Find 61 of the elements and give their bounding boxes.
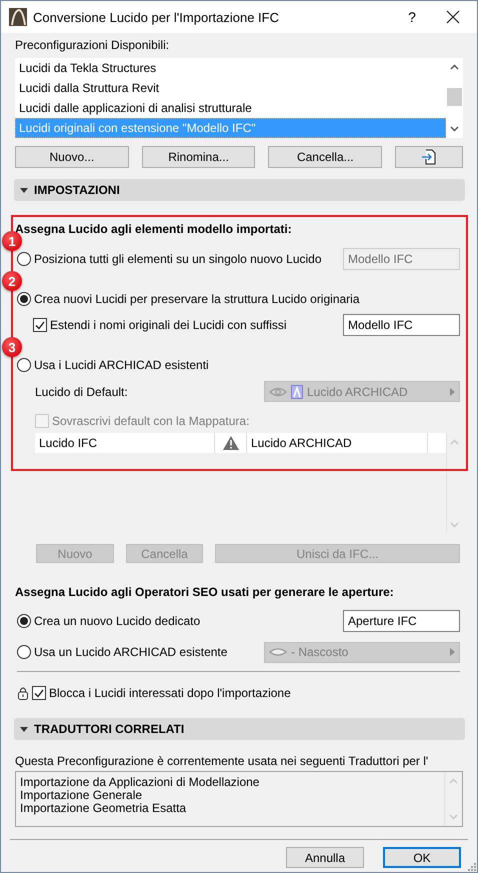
resize-grip-icon: [468, 863, 476, 871]
radio-button[interactable]: [17, 614, 31, 628]
ok-button[interactable]: OK: [383, 847, 461, 868]
description-text: Questa Preconfigurazione è correntemente usata nei seguenti Traduttori per l': [15, 753, 430, 769]
layer-icon: [291, 384, 303, 398]
preset-button[interactable]: Rinomina...: [142, 146, 256, 168]
section-header[interactable]: IMPOSTAZIONI: [14, 179, 465, 201]
preset-button[interactable]: Nuovo...: [15, 146, 129, 168]
preset-list[interactable]: Lucidi da Tekla Structures Lucidi dalla Struttura Revit Lucidi dalle applicazioni di analisi strutturale Lucidi originali con estensione "Modello IFC": [15, 58, 463, 138]
eye-icon: [269, 386, 287, 396]
option-label[interactable]: Posiziona tutti gli elementi su un singolo nuovo Lucido: [34, 252, 322, 266]
scroll-down-icon[interactable]: [450, 126, 459, 132]
section-header[interactable]: TRADUTTORI CORRELATI: [14, 718, 465, 740]
checkbox-label[interactable]: Blocca i Lucidi interessati dopo l'importazione: [49, 686, 291, 700]
option-label[interactable]: Crea nuovi Lucidi per preservare la struttura Lucido originaria: [34, 292, 360, 306]
collapse-triangle-icon[interactable]: [20, 726, 28, 732]
list-item[interactable]: Importazione da Applicazioni di Modellazione: [20, 776, 444, 789]
text-field[interactable]: Aperture IFC: [343, 610, 460, 632]
text-field[interactable]: Modello IFC: [343, 314, 460, 336]
import-button[interactable]: [395, 146, 463, 168]
checkbox[interactable]: [32, 686, 46, 700]
option-label[interactable]: Crea un nuovo Lucido dedicato: [34, 614, 200, 628]
padlock-icon: [18, 686, 28, 700]
help-button[interactable]: ?: [402, 9, 422, 25]
list-label: Preconfigurazioni Disponibili:: [15, 37, 170, 53]
closed-eye-icon: [269, 647, 287, 657]
field-label: Lucido di Default:: [35, 384, 128, 398]
dropdown-value: Lucido ARCHICAD: [307, 384, 409, 398]
radio-button[interactable]: [17, 292, 31, 306]
scroll-thumb[interactable]: [447, 88, 462, 106]
close-icon[interactable]: [446, 10, 460, 24]
option-label[interactable]: Usa i Lucidi ARCHICAD esistenti: [34, 358, 209, 372]
list-item[interactable]: Importazione Generale: [20, 789, 444, 802]
file-import-icon: [421, 149, 438, 165]
section-title: TRADUTTORI CORRELATI: [34, 722, 184, 736]
table-cell: Lucido IFC: [35, 433, 215, 453]
translator-list[interactable]: Importazione da Applicazioni di Modellazione Importazione Generale Importazione Geometria Esatta: [15, 771, 463, 827]
dropdown-value: - Nascosto: [291, 645, 350, 659]
list-item[interactable]: Lucidi da Tekla Structures: [15, 58, 446, 78]
list-item[interactable]: Lucidi dalle applicazioni di analisi strutturale: [15, 98, 446, 118]
group-heading: Assegna Lucido agli Operatori SEO usati per generare le aperture:: [15, 584, 395, 600]
radio-button[interactable]: [17, 252, 31, 266]
scroll-up-icon[interactable]: [450, 64, 459, 70]
checkbox[interactable]: [33, 318, 47, 332]
list-item[interactable]: Importazione Geometria Esatta: [20, 802, 444, 815]
radio-button[interactable]: [17, 358, 31, 372]
step-marker: 3: [2, 337, 22, 357]
dropdown-arrow-icon: [450, 648, 455, 656]
section-title: IMPOSTAZIONI: [34, 183, 120, 197]
preset-button[interactable]: Cancella...: [268, 146, 382, 168]
cancel-button[interactable]: Annulla: [286, 847, 364, 868]
app-icon: [9, 8, 27, 26]
checkbox-label[interactable]: Estendi i nomi originali dei Lucidi con suffissi: [50, 318, 287, 332]
list-item[interactable]: Lucidi dalla Struttura Revit: [15, 78, 446, 98]
collapse-triangle-icon[interactable]: [20, 188, 28, 192]
step-marker: 2: [2, 271, 22, 291]
table-cell: Lucido ARCHICAD: [247, 433, 428, 453]
window-title: Conversione Lucido per l'Importazione IFC: [33, 10, 280, 24]
checkmark-icon: [34, 688, 44, 698]
dropdown-arrow-icon: [450, 388, 455, 396]
checkmark-icon: [35, 320, 45, 330]
